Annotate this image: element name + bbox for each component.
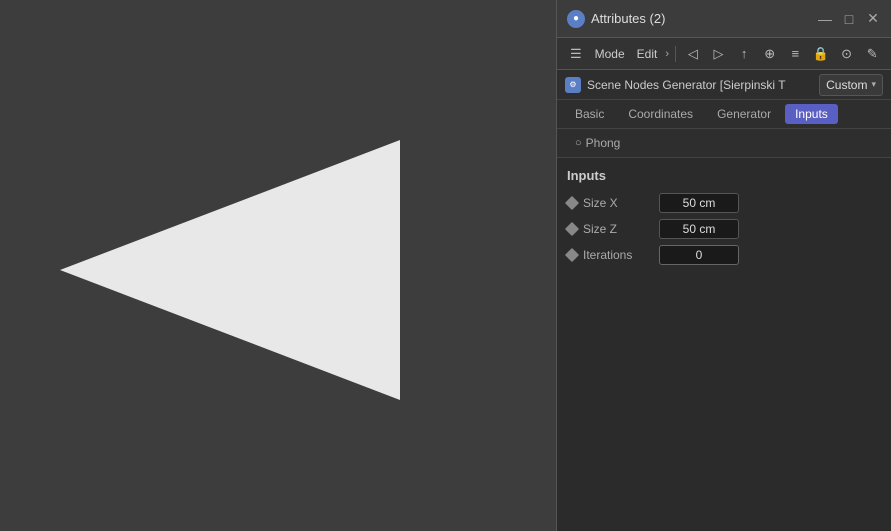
tab-inputs[interactable]: Inputs: [785, 104, 838, 124]
size-z-input[interactable]: [659, 219, 739, 239]
tab-generator[interactable]: Generator: [707, 104, 781, 124]
subtab-phong[interactable]: ○ Phong: [565, 133, 630, 153]
size-z-row: Size Z: [567, 219, 881, 239]
menu-icon[interactable]: ☰: [565, 43, 587, 65]
tab-basic[interactable]: Basic: [565, 104, 614, 124]
target-button[interactable]: ⊙: [836, 43, 858, 65]
add-button[interactable]: ⊕: [759, 43, 781, 65]
subtabs-row: ○ Phong: [557, 129, 891, 158]
tab-coordinates[interactable]: Coordinates: [618, 104, 703, 124]
iterations-diamond: [565, 248, 579, 262]
attributes-panel: ● Attributes (2) — □ ✕ ☰ Mode Edit › ◁ ▷…: [556, 0, 891, 531]
iterations-input[interactable]: [659, 245, 739, 265]
lock-button[interactable]: 🔒: [810, 43, 832, 65]
title-bar: ● Attributes (2) — □ ✕: [557, 0, 891, 38]
up-button[interactable]: ↑: [733, 43, 755, 65]
more-arrow[interactable]: ›: [665, 48, 669, 60]
content-area: Inputs Size X Size Z Iterations: [557, 158, 891, 531]
maximize-button[interactable]: □: [841, 11, 857, 27]
section-title: Inputs: [567, 168, 881, 183]
object-row: ⚙ Scene Nodes Generator [Sierpinski T Cu…: [557, 70, 891, 100]
edit-label[interactable]: Edit: [633, 47, 662, 61]
panel-title: Attributes (2): [591, 11, 665, 26]
minimize-button[interactable]: —: [817, 11, 833, 27]
toolbar-separator-1: [675, 46, 676, 62]
size-z-diamond: [565, 222, 579, 236]
size-x-input[interactable]: [659, 193, 739, 213]
iterations-label: Iterations: [583, 248, 653, 262]
object-icon: ⚙: [565, 77, 581, 93]
attributes-icon: ●: [567, 10, 585, 28]
size-x-label: Size X: [583, 196, 653, 210]
redo-button[interactable]: ▷: [708, 43, 730, 65]
custom-dropdown[interactable]: Custom ▾: [819, 74, 883, 96]
triangle-mesh: [60, 140, 400, 400]
size-z-label: Size Z: [583, 222, 653, 236]
tabs-row: Basic Coordinates Generator Inputs: [557, 100, 891, 129]
phong-icon: ○: [575, 137, 582, 149]
toolbar: ☰ Mode Edit › ◁ ▷ ↑ ⊕ ≡ 🔒 ⊙ ✎: [557, 38, 891, 70]
undo-button[interactable]: ◁: [682, 43, 704, 65]
object-name: Scene Nodes Generator [Sierpinski T: [587, 78, 813, 92]
title-bar-left: ● Attributes (2): [567, 10, 665, 28]
size-x-row: Size X: [567, 193, 881, 213]
edit-icon[interactable]: ✎: [861, 43, 883, 65]
size-x-diamond: [565, 196, 579, 210]
mode-label[interactable]: Mode: [591, 47, 629, 61]
custom-label: Custom: [826, 78, 867, 92]
iterations-row: Iterations: [567, 245, 881, 265]
dropdown-arrow: ▾: [871, 79, 876, 90]
close-button[interactable]: ✕: [865, 11, 881, 27]
list-button[interactable]: ≡: [785, 43, 807, 65]
window-controls: — □ ✕: [817, 11, 881, 27]
